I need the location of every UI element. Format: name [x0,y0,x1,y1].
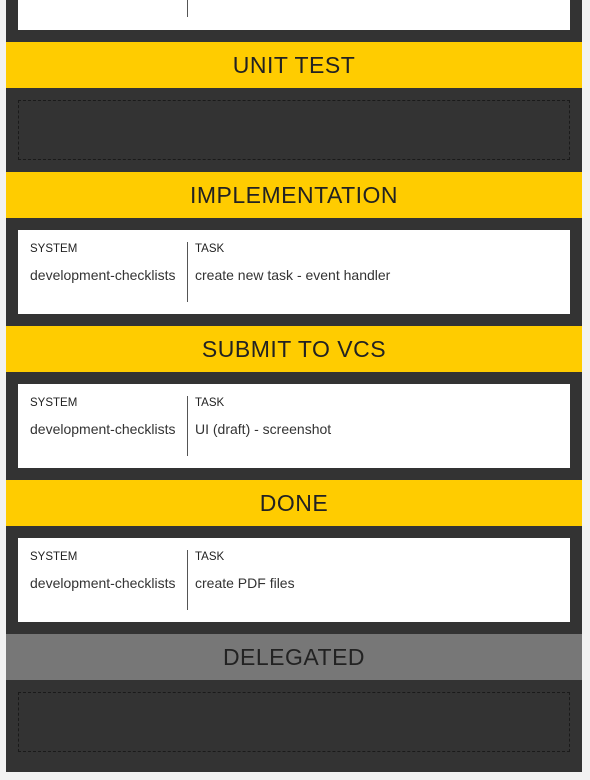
empty-drop-zone[interactable] [18,692,570,752]
section-submit-to-vcs: SUBMIT TO VCS SYSTEM development-checkli… [6,326,582,480]
task-value: create new task - event handler [195,267,391,283]
lane-unit-test [6,88,582,172]
lane-submit-to-vcs: SYSTEM development-checklists TASK UI (d… [6,372,582,480]
task-card-partial[interactable] [18,0,570,30]
column-divider [187,0,188,17]
system-value: development-checklists [30,575,176,591]
lane-implementation: SYSTEM development-checklists TASK creat… [6,218,582,326]
system-value: development-checklists [30,421,176,437]
system-label: SYSTEM [30,397,78,409]
section-header-implementation[interactable]: IMPLEMENTATION [6,172,582,218]
empty-drop-zone[interactable] [18,100,570,160]
task-value: UI (draft) - screenshot [195,421,332,437]
kanban-board: UNIT TEST IMPLEMENTATION SYSTEM developm… [6,0,582,772]
lane-done: SYSTEM development-checklists TASK creat… [6,526,582,634]
task-label: TASK [195,551,225,563]
system-label: SYSTEM [30,243,78,255]
section-unit-test: UNIT TEST [6,42,582,172]
task-card[interactable]: SYSTEM development-checklists TASK UI (d… [18,384,570,468]
task-card[interactable]: SYSTEM development-checklists TASK creat… [18,538,570,622]
section-header-submit-to-vcs[interactable]: SUBMIT TO VCS [6,326,582,372]
section-header-done[interactable]: DONE [6,480,582,526]
lane-delegated [6,680,582,764]
section-done: DONE SYSTEM development-checklists TASK … [6,480,582,634]
section-header-delegated[interactable]: DELEGATED [6,634,582,680]
system-label: SYSTEM [30,551,78,563]
task-value: create PDF files [195,575,295,591]
system-column: SYSTEM development-checklists [18,396,188,456]
task-label: TASK [195,243,225,255]
task-column: TASK create PDF files [188,550,295,622]
task-column: TASK create new task - event handler [188,242,390,314]
section-header-unit-test[interactable]: UNIT TEST [6,42,582,88]
task-label: TASK [195,397,225,409]
section-implementation: IMPLEMENTATION SYSTEM development-checkl… [6,172,582,326]
previous-lane [6,0,582,30]
task-column: TASK UI (draft) - screenshot [188,396,331,468]
section-delegated: DELEGATED [6,634,582,764]
system-column: SYSTEM development-checklists [18,242,188,302]
task-card[interactable]: SYSTEM development-checklists TASK creat… [18,230,570,314]
system-column: SYSTEM development-checklists [18,550,188,610]
system-value: development-checklists [30,267,176,283]
